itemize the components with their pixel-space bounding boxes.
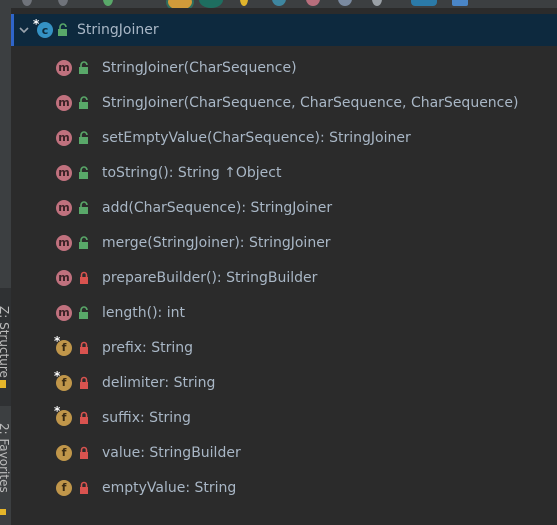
field-node[interactable]: f * delimiter: String xyxy=(54,365,216,400)
chevron-down-icon[interactable] xyxy=(19,25,29,35)
method-icon: m xyxy=(56,94,72,111)
method-label: StringJoiner(CharSequence, CharSequence,… xyxy=(102,94,519,111)
public-lock-icon xyxy=(79,130,88,144)
field-node[interactable]: f value: StringBuilder xyxy=(56,435,241,470)
structure-icon xyxy=(0,380,6,388)
method-label: toString(): String ↑Object xyxy=(102,164,282,181)
final-marker-icon: * xyxy=(54,369,61,383)
private-lock-icon xyxy=(80,411,88,424)
field-node[interactable]: f * suffix: String xyxy=(54,400,191,435)
field-icon: f xyxy=(56,479,72,496)
toolbar-icon[interactable] xyxy=(103,0,113,6)
field-label: delimiter: String xyxy=(102,374,216,391)
toolbar-icon[interactable] xyxy=(372,0,382,6)
public-lock-icon xyxy=(79,305,88,319)
public-lock-icon xyxy=(79,165,88,179)
private-lock-icon xyxy=(80,341,88,354)
toolbar xyxy=(0,0,557,8)
tool-window-tab-structure[interactable]: Z: Structure xyxy=(0,288,11,406)
toolbar-icon[interactable] xyxy=(306,0,320,6)
method-label: length(): int xyxy=(102,304,185,321)
tree-root-row[interactable]: c * StringJoiner xyxy=(11,14,557,46)
tool-window-strip: Z: Structure 2: Favorites xyxy=(0,0,11,525)
tool-window-tab-label: 2: Favorites xyxy=(0,423,11,493)
toolbar-icon[interactable] xyxy=(272,0,286,6)
method-node[interactable]: m length(): int xyxy=(56,295,185,330)
tree-root[interactable]: c * StringJoiner xyxy=(19,14,159,46)
method-label: prepareBuilder(): StringBuilder xyxy=(102,269,318,286)
public-lock-icon xyxy=(79,200,88,214)
method-icon: m xyxy=(56,234,72,251)
method-node[interactable]: m StringJoiner(CharSequence) xyxy=(56,50,297,85)
field-label: emptyValue: String xyxy=(102,479,237,496)
toolbar-icon[interactable] xyxy=(166,0,194,8)
toolbar-icon[interactable] xyxy=(338,0,352,6)
toolbar-icon[interactable] xyxy=(411,0,437,6)
field-node[interactable]: f * prefix: String xyxy=(54,330,193,365)
toolbar-icon[interactable] xyxy=(452,0,468,6)
method-label: merge(StringJoiner): StringJoiner xyxy=(102,234,331,251)
method-label: add(CharSequence): StringJoiner xyxy=(102,199,333,216)
method-node[interactable]: m toString(): String ↑Object xyxy=(56,155,281,190)
public-lock-icon xyxy=(79,60,88,74)
method-node[interactable]: m add(CharSequence): StringJoiner xyxy=(56,190,332,225)
private-lock-icon xyxy=(80,271,88,284)
method-node[interactable]: m merge(StringJoiner): StringJoiner xyxy=(56,225,331,260)
method-node[interactable]: m StringJoiner(CharSequence, CharSequence… xyxy=(56,85,518,120)
final-marker-icon: * xyxy=(54,334,61,348)
field-label: prefix: String xyxy=(102,339,193,356)
private-lock-icon xyxy=(80,376,88,389)
final-marker-icon: * xyxy=(54,404,61,418)
field-icon: f xyxy=(56,444,72,461)
method-icon: m xyxy=(56,59,72,76)
method-icon: m xyxy=(56,129,72,146)
method-icon: m xyxy=(56,164,72,181)
method-icon: m xyxy=(56,269,72,286)
field-label: suffix: String xyxy=(102,409,191,426)
star-icon xyxy=(0,509,6,515)
private-lock-icon xyxy=(80,446,88,459)
toolbar-icon[interactable] xyxy=(199,0,223,8)
method-node[interactable]: m setEmptyValue(CharSequence): StringJoin… xyxy=(56,120,411,155)
public-lock-icon xyxy=(79,235,88,249)
private-lock-icon xyxy=(80,481,88,494)
class-icon: c * xyxy=(33,17,53,38)
tool-window-tab-label: Z: Structure xyxy=(0,306,11,378)
field-node[interactable]: f emptyValue: String xyxy=(56,470,236,505)
toolbar-icon[interactable] xyxy=(22,0,32,6)
method-label: setEmptyValue(CharSequence): StringJoine… xyxy=(102,129,411,146)
public-lock-icon xyxy=(79,95,88,109)
tool-window-tab-favorites[interactable]: 2: Favorites xyxy=(0,415,11,525)
method-icon: m xyxy=(56,304,72,321)
public-lock-icon xyxy=(58,23,67,36)
toolbar-icon[interactable] xyxy=(58,0,68,6)
toolbar-icon[interactable] xyxy=(240,0,248,6)
class-name: StringJoiner xyxy=(77,22,159,38)
method-label: StringJoiner(CharSequence) xyxy=(102,59,297,76)
field-label: value: StringBuilder xyxy=(102,444,241,461)
method-icon: m xyxy=(56,199,72,216)
method-node[interactable]: m prepareBuilder(): StringBuilder xyxy=(56,260,317,295)
